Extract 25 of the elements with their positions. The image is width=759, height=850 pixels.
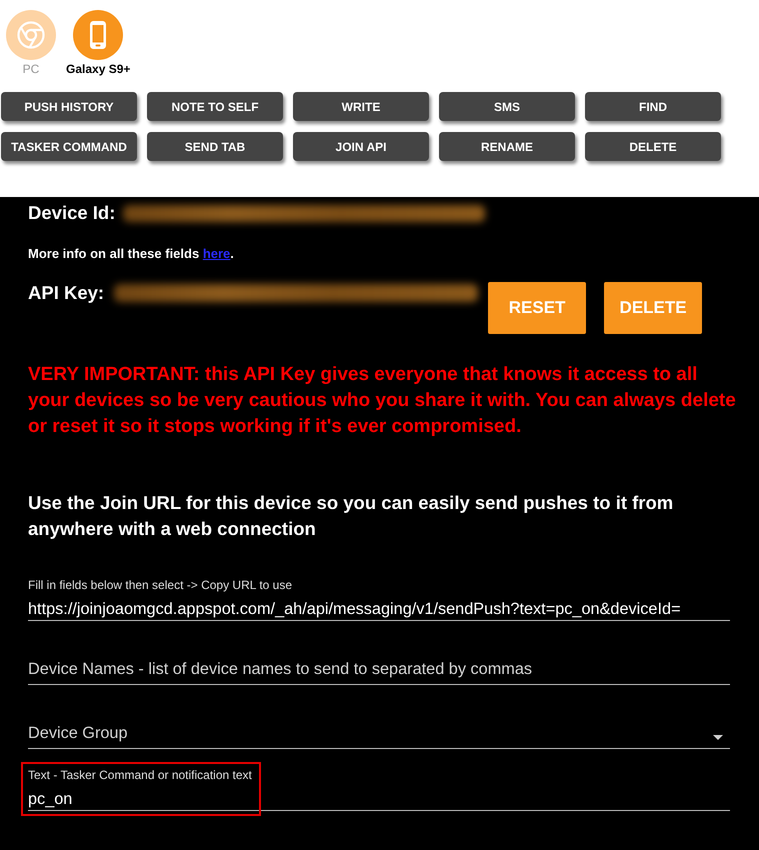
action-button[interactable]: SEND TAB	[147, 132, 283, 161]
text-field[interactable]: Device Names - list of device names to send to separated by commas	[28, 659, 730, 685]
action-button[interactable]: TASKER COMMAND	[1, 132, 137, 161]
action-button[interactable]: JOIN API	[293, 132, 429, 161]
action-button[interactable]: NOTE TO SELF	[147, 92, 283, 121]
api-key-label: API Key:	[28, 281, 104, 305]
device-item[interactable]: Galaxy S9+	[66, 10, 130, 77]
text-field[interactable]: https://joinjoaomgcd.appspot.com/_ah/api/messaging/v1/sendPush?text=pc_on&deviceId=	[28, 599, 730, 621]
info-note: More info on all these fields here.	[28, 246, 235, 262]
field-label: Text - Tasker Command or notification text	[28, 767, 253, 783]
action-button[interactable]: PUSH HISTORY	[1, 92, 137, 121]
section-heading: Use the Join URL for this device so you can easily send pushes to it from anywhere with a web connection	[28, 491, 674, 541]
action-button[interactable]: RENAME	[439, 132, 575, 161]
dropdown-field[interactable]: Device Group	[28, 723, 730, 749]
device-id-label: Device Id:	[28, 201, 116, 225]
text-field[interactable]: pc_on	[28, 789, 730, 811]
action-button[interactable]: SMS	[439, 92, 575, 121]
action-button[interactable]: FIND	[585, 92, 721, 121]
warning-text: VERY IMPORTANT: this API Key gives everyone that knows it access to all your devices so be very cautious who you share it with. You can always delete or reset it so it stops working if it's ever compromised.	[28, 363, 737, 439]
field-label: Fill in fields below then select -> Copy URL to use	[28, 577, 294, 593]
action-button[interactable]: WRITE	[293, 92, 429, 121]
browser-icon	[6, 10, 56, 60]
caret-icon	[713, 734, 723, 740]
phone-icon	[73, 10, 124, 60]
action-button[interactable]: DELETE	[585, 132, 721, 161]
